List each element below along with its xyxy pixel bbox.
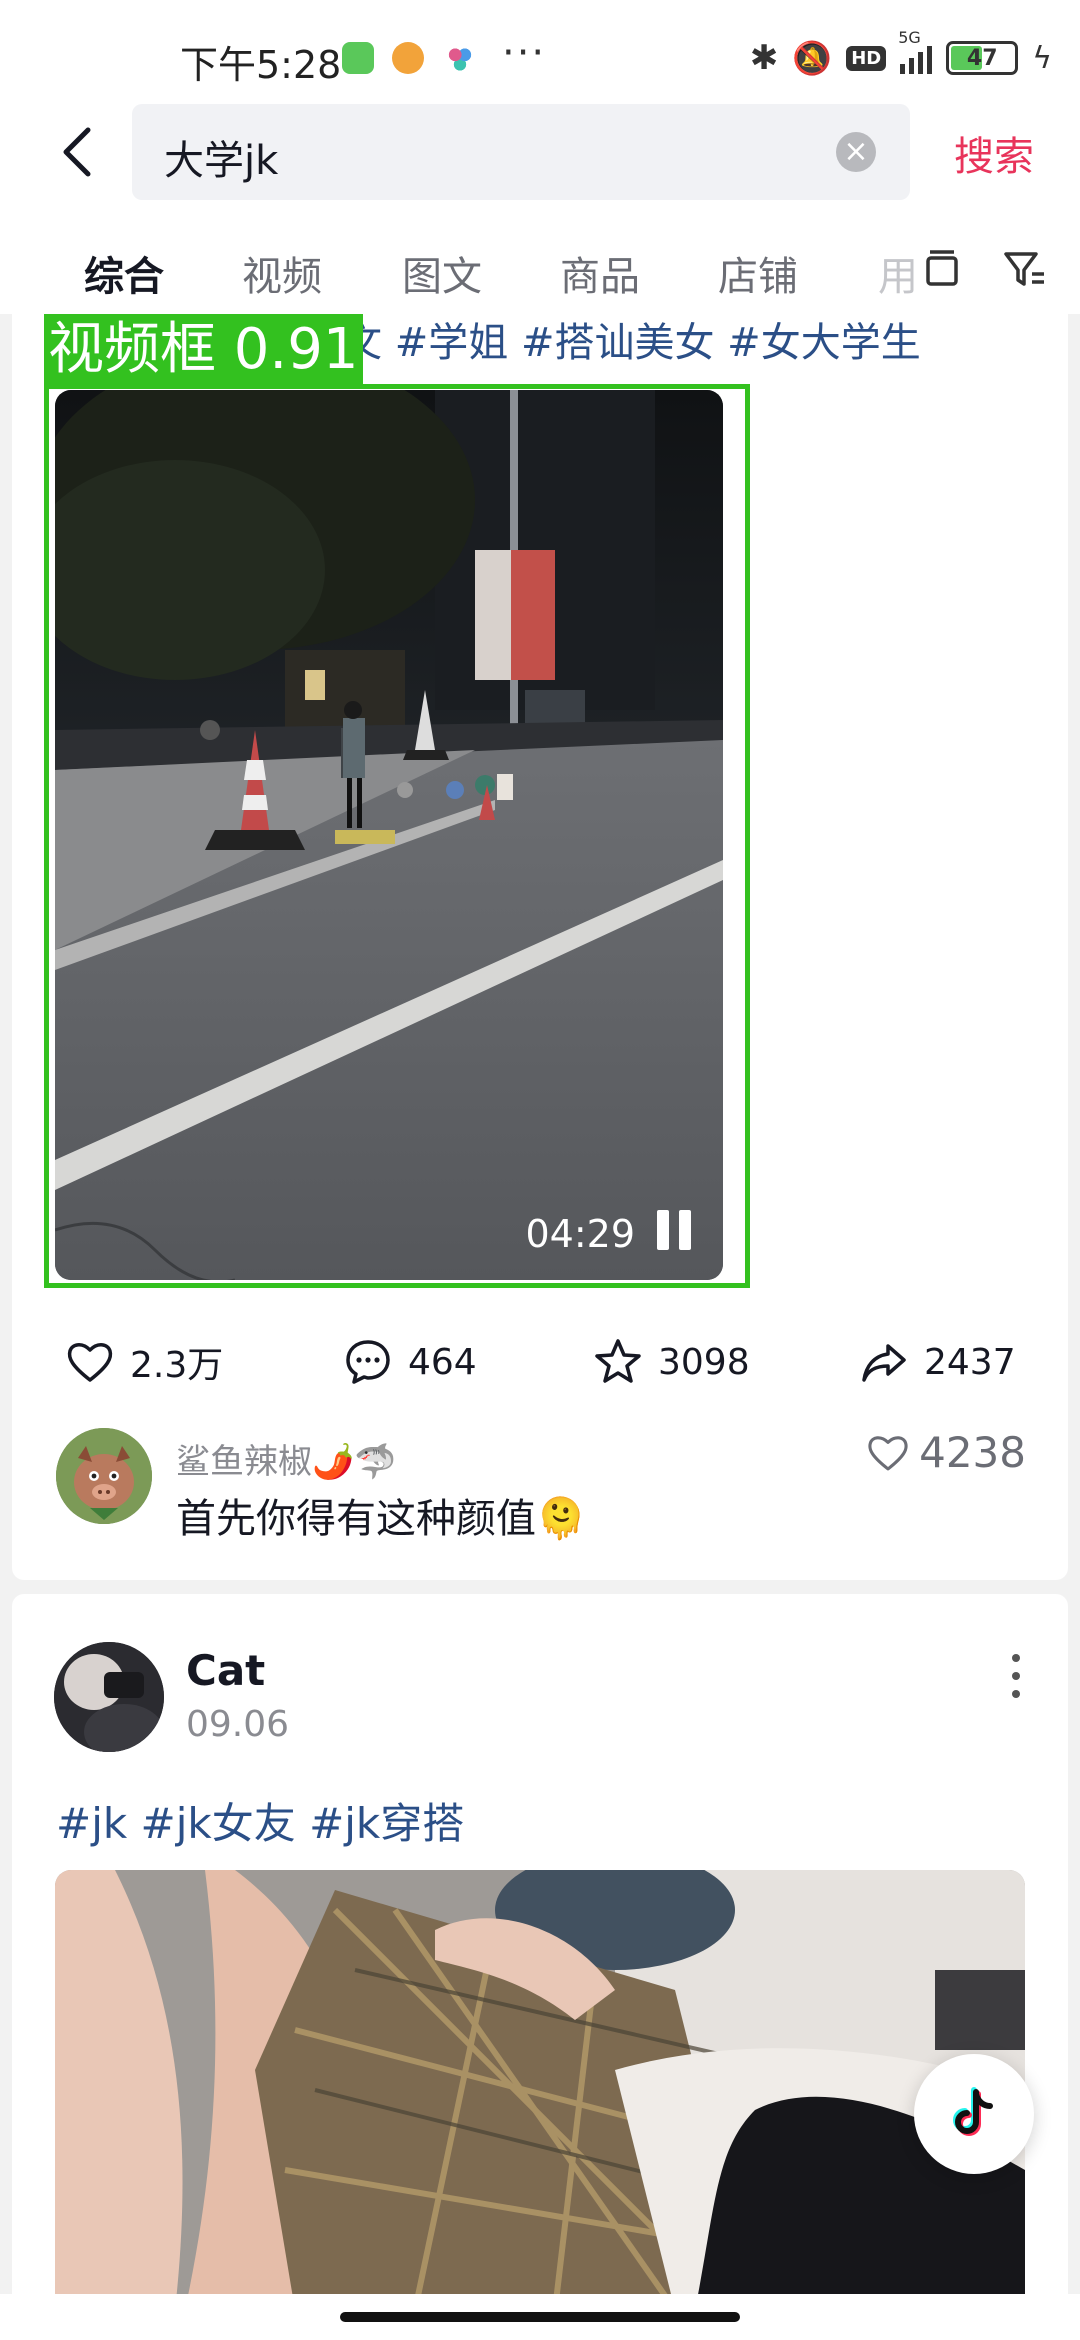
- image-post-card[interactable]: Cat 09.06 #jk #jk女友 #jk穿搭: [12, 1594, 1068, 2294]
- favorite-button[interactable]: 3098: [592, 1336, 750, 1388]
- comment-button[interactable]: 464: [342, 1336, 477, 1388]
- detection-label: 视频框 0.91: [44, 314, 363, 386]
- layout-toggle-icon[interactable]: [920, 248, 964, 292]
- author-avatar-image: [54, 1642, 164, 1752]
- post-photo[interactable]: [55, 1870, 1025, 2294]
- network-type: 5G: [898, 28, 921, 47]
- wechat-notification-icon: [342, 42, 374, 74]
- video-post-card[interactable]: 文 #学姐 #搭讪美女 #女大学生 04:29 视频框 0.91 2.3万 46…: [12, 314, 1068, 1580]
- like-button[interactable]: 2.3万: [64, 1336, 223, 1388]
- share-button[interactable]: 2437: [858, 1336, 1016, 1388]
- filter-icon[interactable]: [1002, 248, 1046, 292]
- signal-icon: 5G: [898, 28, 933, 74]
- douyin-floating-button[interactable]: [914, 2054, 1034, 2174]
- top-comment[interactable]: 鲨鱼辣椒🌶️🦈 首先你得有这种颜值🫠 4238: [12, 1422, 1068, 1552]
- bluetooth-icon: ✱: [749, 38, 779, 78]
- status-time: 下午5:28: [180, 43, 342, 87]
- charging-icon: ϟ: [1032, 40, 1052, 76]
- tab-shops[interactable]: 店铺: [718, 244, 798, 302]
- search-results-screen: 下午5:28 ··· ✱ 🔕 HD 5G 47 ϟ 大学jk × 搜索 综合 视…: [0, 0, 1080, 2340]
- star-icon: [595, 1339, 641, 1383]
- more-options-icon[interactable]: [1010, 1654, 1022, 1698]
- favorite-count: 3098: [658, 1341, 750, 1383]
- post-hashtags-2[interactable]: #jk #jk女友 #jk穿搭: [56, 1790, 464, 1851]
- heart-outline-icon: [868, 1435, 908, 1470]
- comment-count: 464: [408, 1341, 477, 1383]
- post-date: 09.06: [186, 1704, 290, 1745]
- commenter-avatar[interactable]: [56, 1428, 152, 1524]
- back-arrow-icon[interactable]: [50, 122, 110, 182]
- more-notifications-icon: ···: [502, 30, 547, 76]
- share-arrow-icon: [862, 1344, 906, 1382]
- result-type-tabs: 综合 视频 图文 商品 店铺 用: [0, 204, 1080, 314]
- home-indicator[interactable]: [340, 2312, 740, 2322]
- comment-like-button[interactable]: 4238: [865, 1428, 1026, 1477]
- search-input[interactable]: 大学jk ×: [132, 104, 910, 200]
- status-right-icons: ✱ 🔕 HD 5G 47 ϟ: [749, 28, 1052, 78]
- commenter-name[interactable]: 鲨鱼辣椒🌶️🦈: [176, 1434, 397, 1483]
- battery-icon: 47: [946, 41, 1019, 75]
- clear-search-icon[interactable]: ×: [836, 132, 876, 172]
- status-bar: 下午5:28 ··· ✱ 🔕 HD 5G 47 ϟ: [0, 0, 1080, 104]
- author-avatar[interactable]: [54, 1642, 164, 1752]
- tab-comprehensive[interactable]: 综合: [84, 244, 164, 302]
- author-name[interactable]: Cat: [186, 1646, 265, 1695]
- comment-text: 首先你得有这种颜值🫠: [176, 1496, 586, 1542]
- battery-level: 47: [966, 45, 998, 71]
- hd-icon: HD: [846, 45, 887, 71]
- tab-image-text[interactable]: 图文: [402, 244, 482, 302]
- tab-products[interactable]: 商品: [560, 244, 640, 302]
- share-count: 2437: [924, 1341, 1016, 1383]
- detection-bounding-box: [44, 384, 750, 1288]
- post-photo-image: [55, 1870, 1025, 2294]
- search-query-text: 大学jk: [164, 138, 279, 184]
- douyin-logo-icon: [953, 2087, 993, 2136]
- home-indicator-bar: [0, 2294, 1080, 2340]
- like-count: 2.3万: [130, 1345, 224, 1386]
- cloud-app-notification-icon: [444, 42, 476, 74]
- post-action-bar: 2.3万 464 3098 2437: [12, 1324, 1068, 1404]
- comment-bubble-icon: [346, 1340, 390, 1384]
- 58-app-notification-icon: [392, 42, 424, 74]
- pig-avatar-image: [56, 1428, 152, 1524]
- mute-bell-icon: 🔕: [792, 39, 833, 77]
- post-hashtags[interactable]: 文 #学姐 #搭讪美女 #女大学生: [342, 314, 921, 368]
- comment-like-count: 4238: [919, 1428, 1026, 1477]
- tab-users[interactable]: 用: [878, 244, 918, 302]
- search-button[interactable]: 搜索: [954, 124, 1034, 182]
- tab-video[interactable]: 视频: [242, 244, 322, 302]
- search-bar: 大学jk × 搜索: [0, 104, 1080, 204]
- heart-icon: [67, 1343, 113, 1382]
